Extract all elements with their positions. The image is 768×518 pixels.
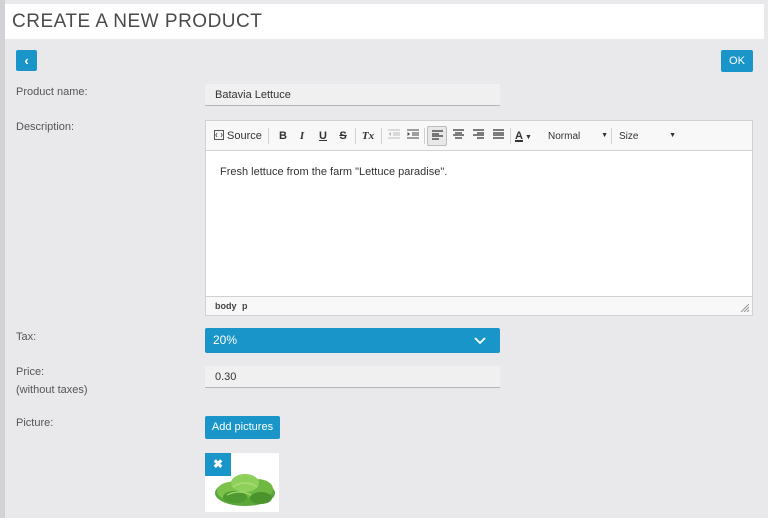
align-center-icon xyxy=(452,129,464,139)
toolbar-separator xyxy=(268,128,269,144)
justify-button[interactable] xyxy=(490,128,506,144)
caret-down-icon: ▼ xyxy=(669,132,676,139)
path-item-body[interactable]: body xyxy=(215,301,237,311)
toolbar-separator xyxy=(510,128,511,144)
toolbar-separator xyxy=(424,128,425,144)
product-picture-thumbnail: ✖ xyxy=(205,453,279,512)
align-right-icon xyxy=(472,129,484,139)
indent-button[interactable] xyxy=(405,128,421,144)
outdent-icon xyxy=(388,129,400,139)
format-dropdown[interactable]: Normal ▼ xyxy=(548,128,608,144)
product-name-input[interactable] xyxy=(205,84,500,106)
text-color-button[interactable]: A ▼ xyxy=(515,128,537,144)
description-label: Description: xyxy=(16,121,75,133)
editor-content[interactable]: Fresh lettuce from the farm "Lettuce par… xyxy=(220,166,447,178)
price-input[interactable] xyxy=(205,366,500,388)
toolbar-separator xyxy=(381,128,382,144)
price-sublabel: (without taxes) xyxy=(16,384,88,396)
clear-format-button[interactable]: Tx xyxy=(360,128,376,144)
align-center-button[interactable] xyxy=(450,128,466,144)
align-left-icon xyxy=(431,130,443,140)
tax-value: 20% xyxy=(213,333,238,347)
remove-picture-button[interactable]: ✖ xyxy=(205,453,231,476)
tax-label: Tax: xyxy=(16,331,37,343)
bold-button[interactable]: B xyxy=(276,128,290,144)
chevron-down-icon xyxy=(474,337,486,345)
size-label: Size xyxy=(619,131,639,142)
outdent-button[interactable] xyxy=(386,128,402,144)
source-label: Source xyxy=(227,130,262,142)
tax-select[interactable]: 20% xyxy=(205,328,500,353)
justify-icon xyxy=(492,129,504,139)
element-path-bar: body p xyxy=(206,296,752,315)
description-editor: Source B I U S Tx A ▼ Normal ▼ Size ▼ Fr… xyxy=(205,120,753,316)
product-name-label: Product name: xyxy=(16,86,88,98)
back-button[interactable]: ‹ xyxy=(16,50,37,71)
indent-icon xyxy=(407,129,419,139)
ok-button[interactable]: OK xyxy=(721,50,753,72)
resize-handle-icon[interactable] xyxy=(741,304,749,312)
underline-button[interactable]: U xyxy=(316,128,330,144)
toolbar-separator xyxy=(611,128,612,144)
align-right-button[interactable] xyxy=(470,128,486,144)
toolbar-separator xyxy=(355,128,356,144)
title-bar: CREATE A NEW PRODUCT xyxy=(5,4,764,39)
italic-button[interactable]: I xyxy=(295,128,309,144)
strikethrough-button[interactable]: S xyxy=(336,128,350,144)
page-title: CREATE A NEW PRODUCT xyxy=(12,11,263,32)
add-pictures-button[interactable]: Add pictures xyxy=(205,416,280,439)
picture-label: Picture: xyxy=(16,417,54,429)
left-edge-border xyxy=(0,0,5,518)
path-item-p[interactable]: p xyxy=(242,301,248,311)
price-label: Price: xyxy=(16,366,45,378)
caret-down-icon: ▼ xyxy=(601,132,608,139)
size-dropdown[interactable]: Size ▼ xyxy=(619,128,676,144)
text-color-label: A xyxy=(515,130,523,142)
caret-down-icon: ▼ xyxy=(524,134,532,141)
format-label: Normal xyxy=(548,131,581,142)
source-icon xyxy=(214,130,224,140)
source-button[interactable]: Source xyxy=(214,128,262,144)
align-left-button[interactable] xyxy=(427,126,447,146)
editor-toolbar: Source B I U S Tx A ▼ Normal ▼ Size ▼ xyxy=(206,121,752,151)
